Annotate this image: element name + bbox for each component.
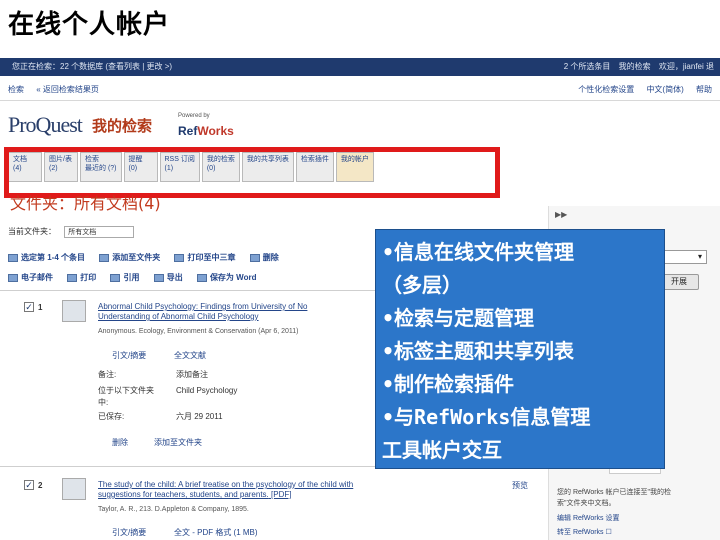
output-toolbar: 电子邮件 打印 引用 导出 保存为 Word	[8, 272, 268, 283]
delete-button[interactable]: 删除	[249, 253, 279, 262]
checkbox-icon	[8, 253, 18, 262]
record-meta: Taylor, A. R., 213. D.Appleton & Company…	[98, 506, 249, 513]
callout-line: 工具帐户交互	[382, 438, 502, 462]
top-navigation-bar: 您正在检索：22 个数据库 (查看列表 | 更改 >) 2 个所选条目 我的检索…	[0, 58, 720, 76]
edit-refworks-link[interactable]: 编辑 RefWorks 设置	[557, 514, 717, 524]
saved-label: 已保存:	[98, 412, 125, 421]
save-icon	[196, 273, 207, 282]
goto-refworks-link[interactable]: 转至 RefWorks ☐	[557, 528, 717, 538]
personalize-link[interactable]: 个性化检索设置	[578, 85, 634, 94]
fulltext-link[interactable]: 全文文献	[174, 350, 206, 361]
current-folder-label: 当前文件夹：	[8, 227, 56, 237]
callout-line: •与RefWorks信息管理	[382, 405, 591, 429]
folder-icon	[99, 253, 110, 262]
saved-date: 六月 29 2011	[176, 412, 223, 421]
proquest-logo[interactable]: ProQuest	[8, 112, 83, 138]
print-icon	[174, 253, 185, 262]
back-to-results-link[interactable]: « 返回检索结果页	[36, 85, 99, 94]
record-title[interactable]: The study of the child: A brief treatise…	[98, 480, 353, 500]
abstract-link[interactable]: 引文/摘要	[112, 527, 146, 538]
preview-link[interactable]: 预览	[512, 480, 528, 491]
record-number: 2	[38, 481, 43, 490]
export-icon	[153, 273, 164, 282]
record-meta: Anonymous. Ecology, Environment & Conser…	[98, 328, 299, 335]
email-button[interactable]: 电子邮件	[8, 273, 53, 282]
cite-icon	[110, 273, 121, 282]
document-thumbnail-icon[interactable]	[62, 300, 86, 322]
record-delete-link[interactable]: 删除	[112, 437, 128, 448]
record-checkbox[interactable]: ✓	[24, 302, 34, 312]
folder-heading: 文件夹：所有文档(4)	[10, 194, 161, 213]
printer-icon	[67, 273, 78, 282]
selection-toolbar: 选定第 1-4 个条目 添加至文件夹 打印至中三章 删除	[8, 252, 291, 263]
collapse-icon[interactable]: ▶▶	[555, 210, 567, 219]
powered-by-label: Powered by	[178, 113, 210, 119]
callout-line: •检索与定题管理	[382, 306, 535, 330]
current-folder: 当前文件夹： 所有文档	[8, 226, 135, 238]
feature-callout: •信息在线文件夹管理 （多层） •检索与定题管理 •标签主题和共享列表 •制作检…	[375, 229, 665, 469]
refworks-note-2: 索"文件夹中文档。	[557, 500, 616, 507]
help-link[interactable]: 帮助	[696, 85, 712, 94]
current-folder-select[interactable]: 所有文档	[64, 226, 135, 238]
my-search-link[interactable]: 我的检索	[619, 62, 651, 71]
refworks-logo: RefWorks	[178, 124, 234, 138]
pdf-fulltext-link[interactable]: 全文 - PDF 格式 (1 MB)	[174, 527, 258, 538]
add-to-folder-button[interactable]: 添加至文件夹	[99, 253, 160, 262]
callout-line: •标签主题和共享列表	[382, 339, 575, 363]
record-number: 1	[38, 303, 43, 312]
book-icon[interactable]	[62, 478, 86, 500]
save-as-button[interactable]: 保存为 Word	[196, 273, 256, 282]
abstract-link[interactable]: 引文/摘要	[112, 350, 146, 361]
secondary-bar: 检索 « 返回检索结果页 个性化检索设置 中文(简体) 帮助	[0, 82, 720, 98]
selected-items-link[interactable]: 2 个所选条目	[564, 62, 611, 71]
go-button[interactable]: 开展	[659, 274, 699, 290]
record-add-to-folder-link[interactable]: 添加至文件夹	[154, 437, 202, 448]
select-items[interactable]: 选定第 1-4 个条目	[8, 253, 85, 262]
add-note-link[interactable]: 添加备注	[176, 369, 208, 381]
record-checkbox[interactable]: ✓	[24, 480, 34, 490]
slide-title: 在线个人帐户	[8, 10, 171, 40]
export-button[interactable]: 导出	[153, 273, 183, 282]
email-icon	[8, 273, 18, 282]
page-title: 我的检索	[92, 117, 153, 135]
refworks-note: 您的 RefWorks 帐户已连接至"我的检	[557, 489, 671, 496]
record-title[interactable]: Abnormal Child Psychology: Findings from…	[98, 302, 307, 322]
callout-line: •信息在线文件夹管理	[382, 240, 575, 264]
cite-button[interactable]: 引用	[110, 273, 139, 282]
callout-line: •制作检索插件	[382, 372, 515, 396]
notes-label: 备注:	[98, 370, 117, 379]
welcome-text[interactable]: 欢迎，jianfei 退	[659, 62, 714, 71]
language-link[interactable]: 中文(简体)	[646, 85, 683, 94]
print-doc-button[interactable]: 打印	[67, 273, 96, 282]
print-button[interactable]: 打印至中三章	[174, 253, 235, 262]
divider	[0, 100, 720, 101]
folder-value[interactable]: Child Psychology	[176, 385, 237, 397]
folder-label-suffix: 中:	[98, 398, 109, 407]
search-link[interactable]: 检索	[8, 85, 24, 94]
folder-label: 位于以下文件夹	[98, 386, 154, 395]
database-info[interactable]: 您正在检索：22 个数据库 (查看列表 | 更改 >)	[12, 62, 172, 71]
callout-line: （多层）	[382, 273, 462, 297]
pdf-tag: [PDF]	[271, 490, 292, 499]
delete-icon	[249, 253, 260, 262]
